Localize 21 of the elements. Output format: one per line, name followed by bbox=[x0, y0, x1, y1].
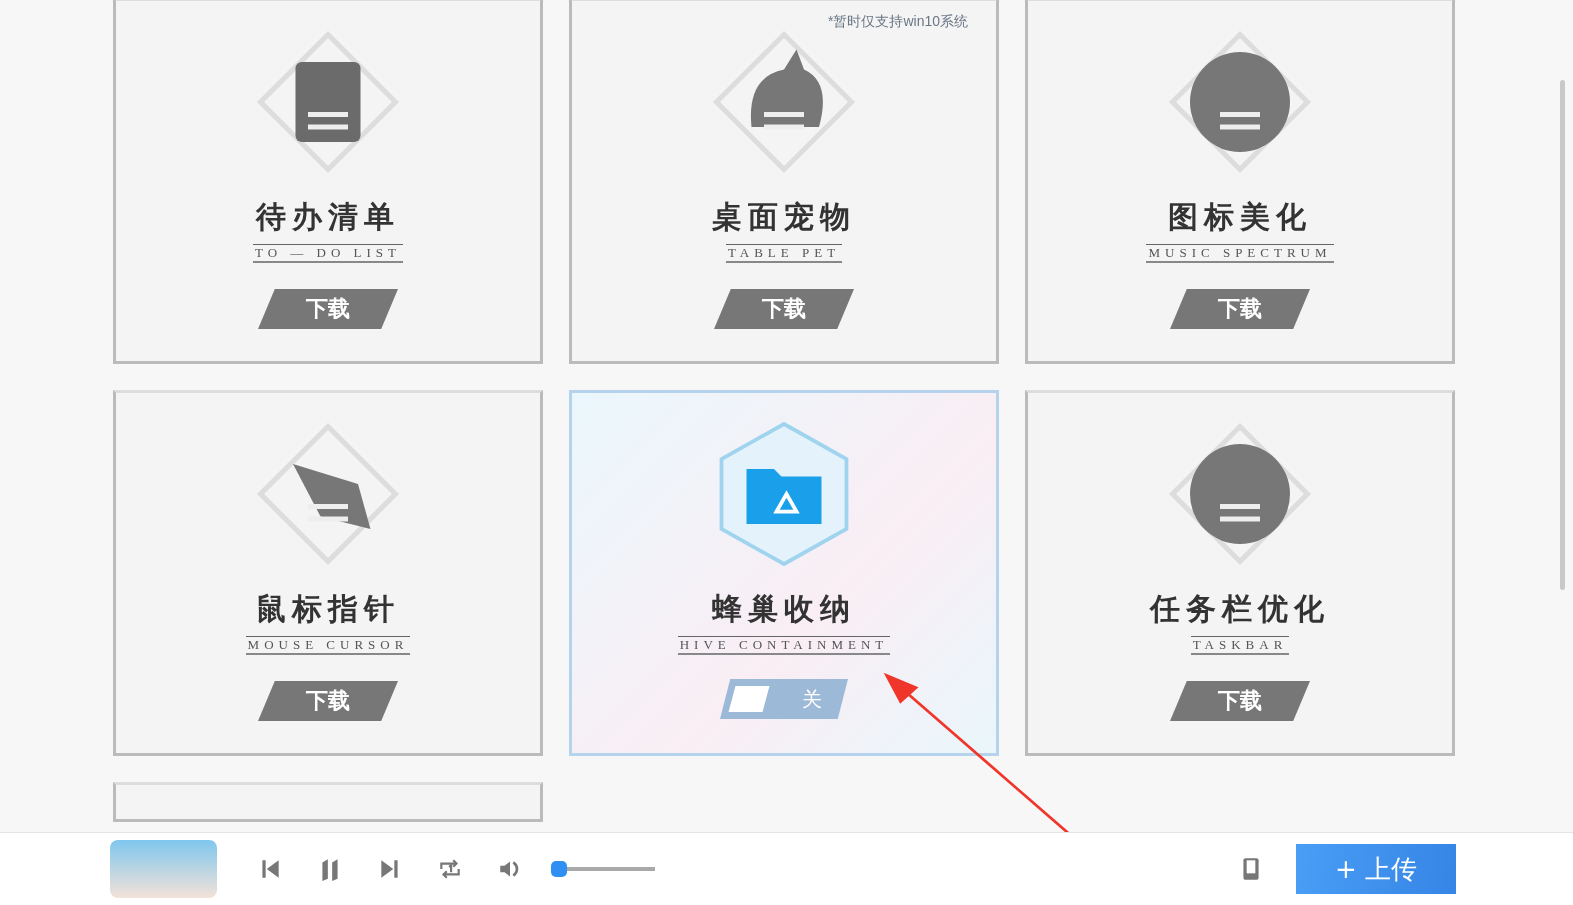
card-title: 待办清单 bbox=[256, 198, 400, 236]
download-button[interactable]: 下载 bbox=[258, 681, 398, 721]
upload-button[interactable]: + 上传 bbox=[1296, 844, 1456, 894]
volume-thumb[interactable] bbox=[551, 861, 567, 877]
download-button[interactable]: 下载 bbox=[258, 289, 398, 329]
card-subtitle: TO — DO LIST bbox=[252, 244, 404, 263]
card-title: 任务栏优化 bbox=[1150, 590, 1330, 628]
card-title: 桌面宠物 bbox=[712, 198, 856, 236]
download-button[interactable]: 下载 bbox=[714, 289, 854, 329]
card-subtitle: TASKBAR bbox=[1190, 636, 1290, 655]
download-button[interactable]: 下载 bbox=[1170, 289, 1310, 329]
card-subtitle: HIVE CONTAINMENT bbox=[677, 636, 891, 655]
card-title: 蜂巢收纳 bbox=[712, 590, 856, 628]
scrollbar[interactable] bbox=[1560, 80, 1565, 590]
card-title: 图标美化 bbox=[1168, 198, 1312, 236]
card-subtitle: TABLE PET bbox=[725, 244, 843, 263]
note-text: *暂时仅支持win10系统 bbox=[827, 13, 968, 31]
card-subtitle: MOUSE CURSOR bbox=[245, 636, 411, 655]
card-subtitle: MUSIC SPECTRUM bbox=[1146, 244, 1334, 263]
card-title: 鼠标指针 bbox=[256, 590, 400, 628]
download-button[interactable]: 下载 bbox=[1170, 681, 1310, 721]
